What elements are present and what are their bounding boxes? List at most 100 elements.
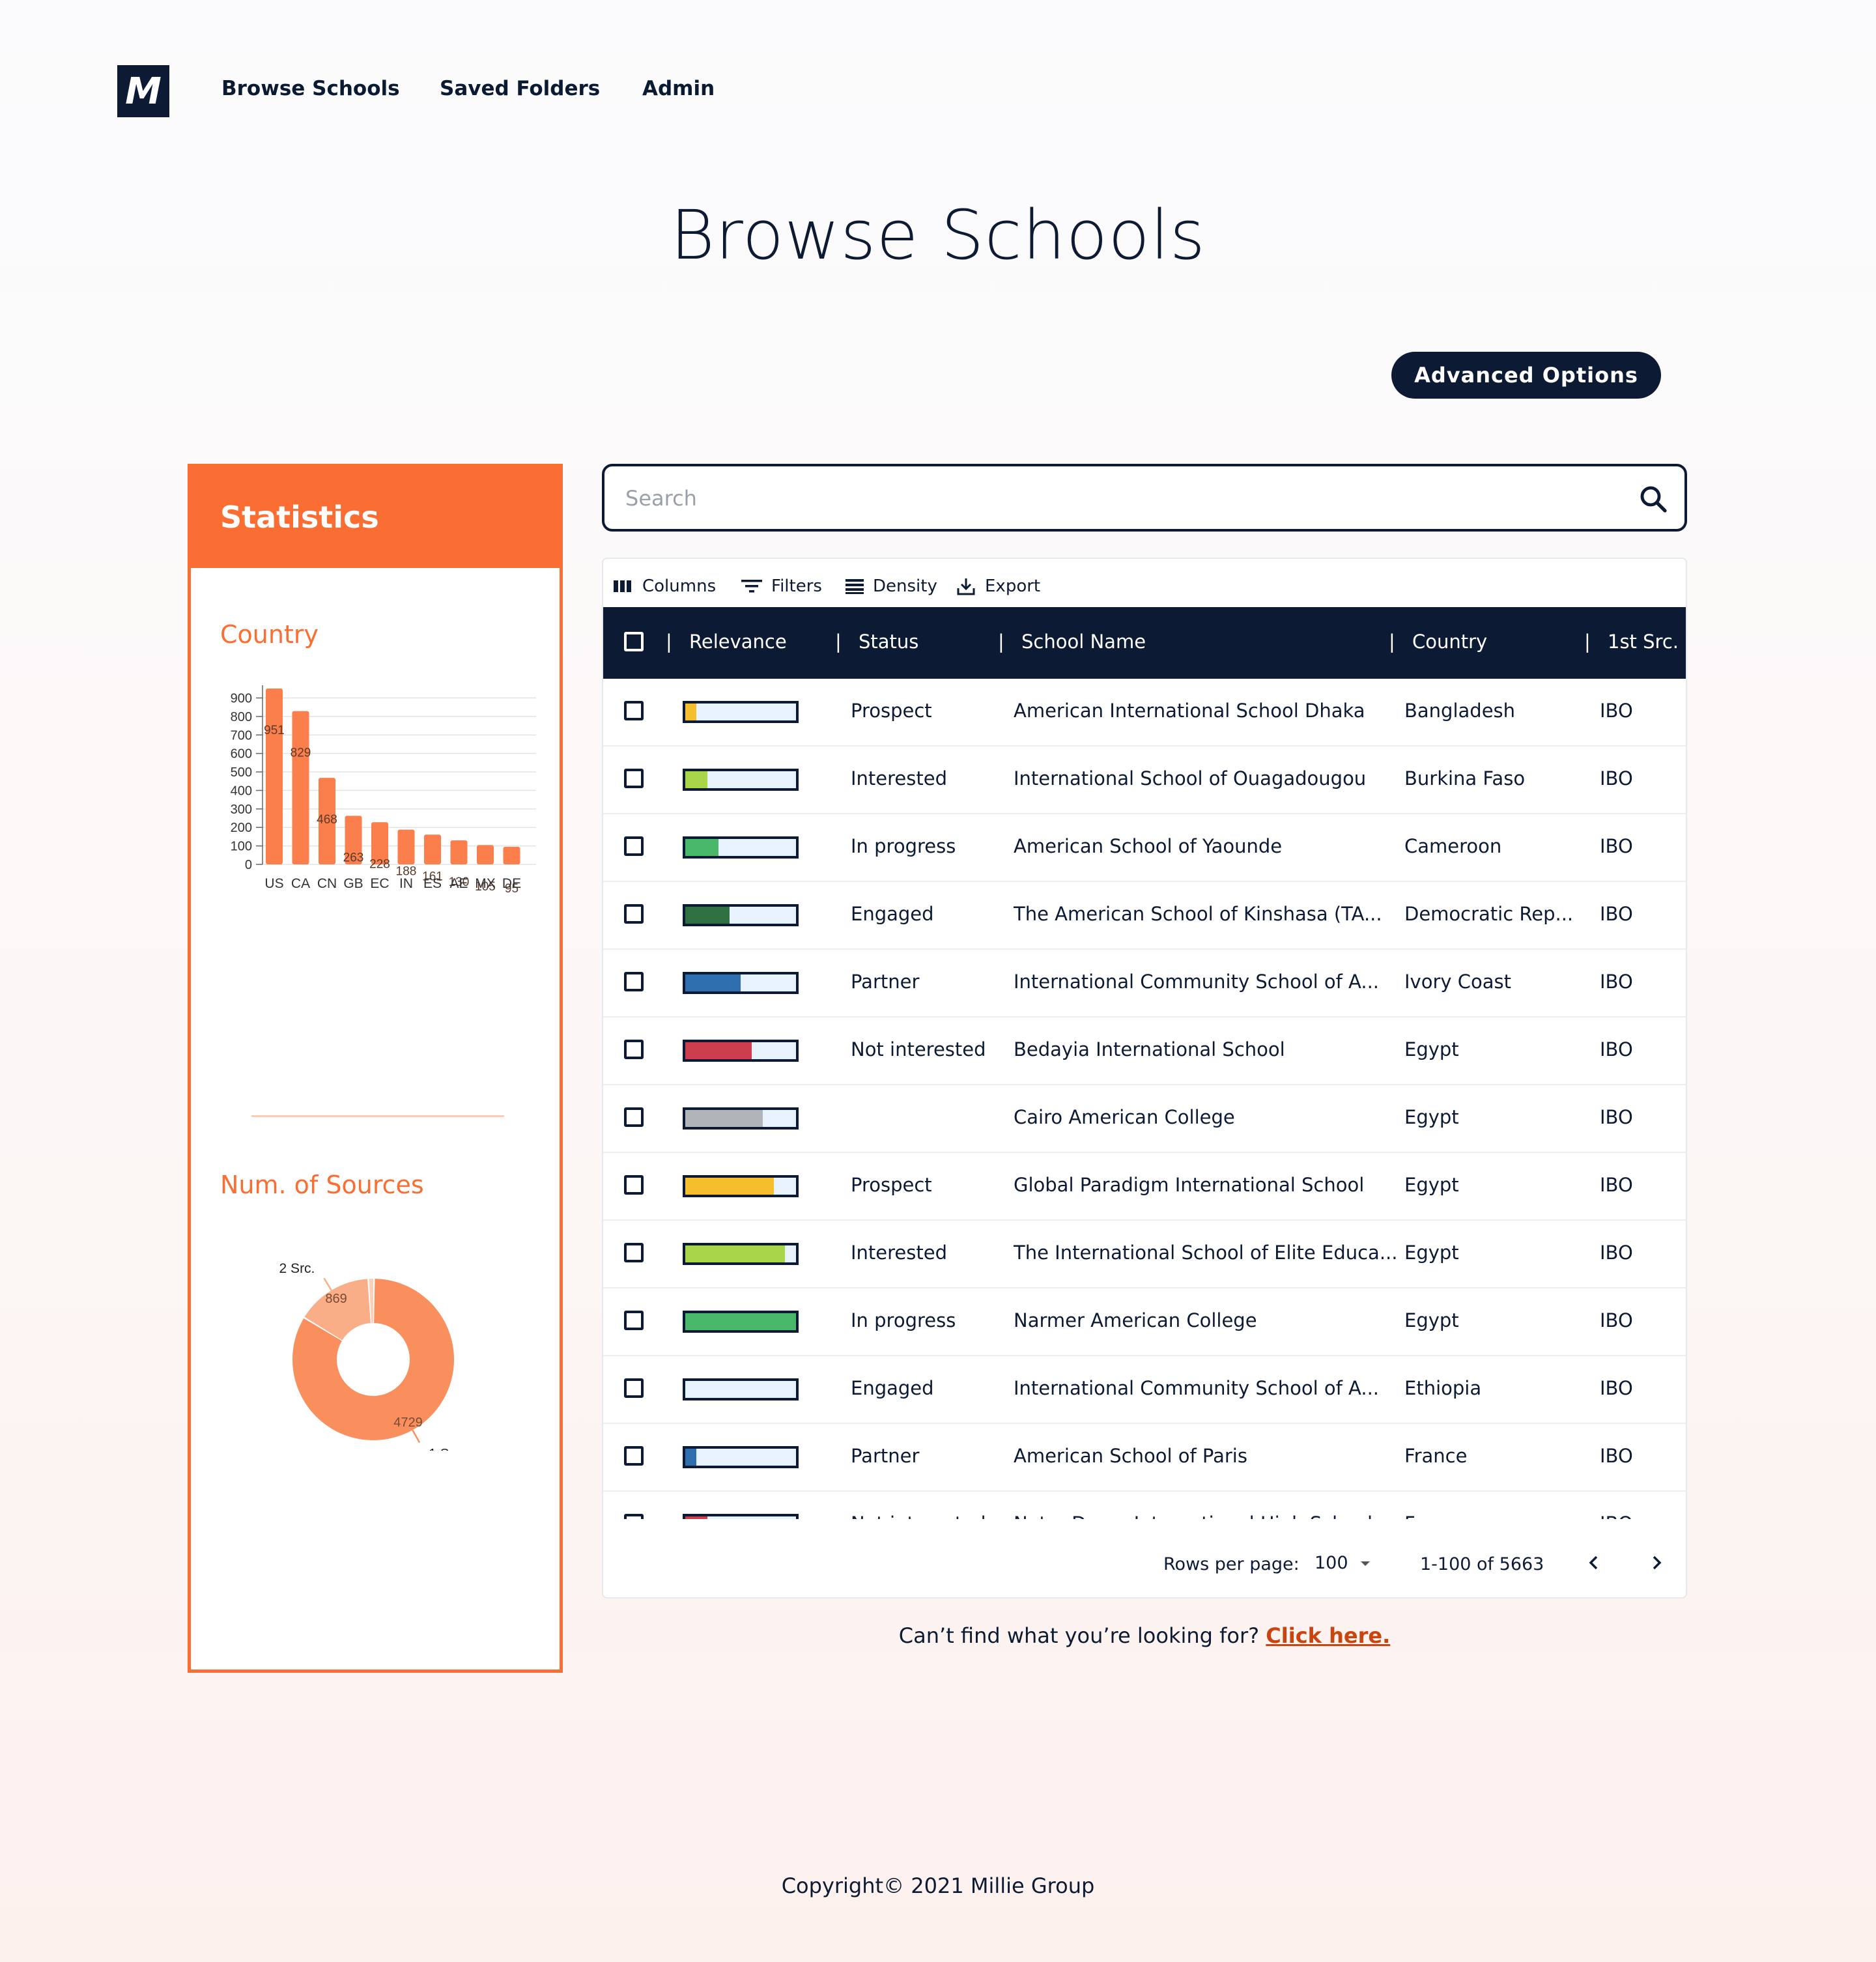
bar-value-label: 829 bbox=[291, 746, 311, 760]
row-checkbox[interactable] bbox=[624, 1446, 644, 1466]
row-checkbox[interactable] bbox=[624, 1175, 644, 1195]
school-name-cell[interactable]: American School of Yaounde bbox=[1014, 835, 1282, 857]
columns-button[interactable]: Columns bbox=[614, 573, 716, 599]
row-checkbox[interactable] bbox=[624, 836, 644, 856]
pagination-range: 1-100 of 5663 bbox=[1420, 1554, 1544, 1574]
row-checkbox[interactable] bbox=[624, 1040, 644, 1059]
relevance-fill bbox=[685, 907, 730, 924]
advanced-options-button[interactable]: Advanced Options bbox=[1391, 352, 1661, 399]
table-row[interactable]: Not interested Notre Dame International H… bbox=[603, 1492, 1686, 1519]
export-button[interactable]: Export bbox=[956, 573, 1040, 599]
x-tick-label: CA bbox=[291, 876, 310, 891]
next-page-icon[interactable] bbox=[1647, 1553, 1666, 1572]
school-name-cell[interactable]: Narmer American College bbox=[1014, 1309, 1257, 1331]
table-row[interactable]: Engaged International Community School of… bbox=[603, 1356, 1686, 1424]
page-title: Browse Schools bbox=[670, 195, 1206, 275]
bar-US bbox=[266, 689, 283, 864]
school-name-cell[interactable]: Global Paradigm International School bbox=[1014, 1174, 1364, 1196]
country-cell: France bbox=[1404, 1513, 1467, 1519]
bar-DE bbox=[503, 847, 520, 864]
table-row[interactable]: Interested The International School of El… bbox=[603, 1221, 1686, 1288]
table-row[interactable]: Not interested Bedayia International Scho… bbox=[603, 1017, 1686, 1085]
table-row[interactable]: Cairo American College Egypt IBO bbox=[603, 1085, 1686, 1153]
x-tick-label: ES bbox=[423, 876, 442, 891]
header-status[interactable]: Status bbox=[859, 631, 918, 653]
relevance-fill bbox=[685, 1178, 774, 1195]
school-name-cell[interactable]: Notre Dame International High School bbox=[1014, 1513, 1372, 1519]
school-name-cell[interactable]: American International School Dhaka bbox=[1014, 700, 1365, 722]
filters-label: Filters bbox=[771, 576, 822, 596]
search-icon[interactable] bbox=[1638, 483, 1669, 515]
school-name-cell[interactable]: International Community School of A... bbox=[1014, 971, 1379, 993]
nav-saved-folders[interactable]: Saved Folders bbox=[440, 77, 600, 100]
relevance-bar bbox=[683, 1311, 799, 1333]
y-tick-label: 100 bbox=[231, 840, 252, 854]
row-checkbox[interactable] bbox=[624, 1514, 644, 1519]
relevance-bar bbox=[683, 1243, 799, 1265]
header-relevance[interactable]: Relevance bbox=[689, 631, 787, 653]
row-checkbox[interactable] bbox=[624, 701, 644, 720]
relevance-bar bbox=[683, 972, 799, 994]
relevance-fill bbox=[685, 704, 696, 720]
relevance-fill bbox=[685, 771, 707, 788]
table-row[interactable]: In progress Narmer American College Egypt I… bbox=[603, 1288, 1686, 1356]
relevance-fill bbox=[685, 974, 741, 991]
rows-per-page-label: Rows per page: bbox=[1163, 1554, 1300, 1574]
row-checkbox[interactable] bbox=[624, 1243, 644, 1262]
schools-table: Columns Filters Density Export | Relevan… bbox=[602, 558, 1687, 1599]
row-checkbox[interactable] bbox=[624, 1311, 644, 1330]
school-name-cell[interactable]: International Community School of A... bbox=[1014, 1377, 1379, 1399]
density-button[interactable]: Density bbox=[846, 573, 937, 599]
table-row[interactable]: Prospect American International School Dh… bbox=[603, 679, 1686, 746]
bar-CA bbox=[292, 711, 309, 864]
table-row[interactable]: In progress American School of Yaounde Cam… bbox=[603, 814, 1686, 882]
cta-text: Can’t find what you’re looking for? bbox=[898, 1623, 1260, 1648]
table-row[interactable]: Partner American School of Paris France IBO bbox=[603, 1424, 1686, 1492]
search-input[interactable] bbox=[624, 481, 1604, 516]
y-tick-label: 800 bbox=[231, 710, 252, 724]
status-cell: In progress bbox=[851, 835, 956, 857]
donut-label: 1 Src. bbox=[429, 1447, 464, 1451]
header-source[interactable]: 1st Src. bbox=[1608, 631, 1679, 653]
header-country[interactable]: Country bbox=[1412, 631, 1487, 653]
country-cell: Egypt bbox=[1404, 1038, 1459, 1060]
bar-ES bbox=[424, 834, 441, 864]
select-all-checkbox[interactable] bbox=[624, 632, 644, 651]
column-separator: | bbox=[666, 631, 672, 653]
school-name-cell[interactable]: The American School of Kinshasa (TA... bbox=[1014, 903, 1382, 925]
table-row[interactable]: Partner International Community School of… bbox=[603, 950, 1686, 1017]
school-name-cell[interactable]: Bedayia International School bbox=[1014, 1038, 1285, 1060]
nav-admin[interactable]: Admin bbox=[642, 77, 715, 100]
row-checkbox[interactable] bbox=[624, 1107, 644, 1127]
rows-per-page-select[interactable]: 100 bbox=[1315, 1553, 1372, 1573]
source-cell: IBO bbox=[1600, 767, 1633, 789]
source-cell: IBO bbox=[1600, 1038, 1633, 1060]
row-checkbox[interactable] bbox=[624, 1378, 644, 1398]
table-row[interactable]: Prospect Global Paradigm International Sc… bbox=[603, 1153, 1686, 1221]
relevance-fill bbox=[685, 1110, 763, 1127]
school-name-cell[interactable]: International School of Ouagadougou bbox=[1014, 767, 1366, 789]
click-here-link[interactable]: Click here. bbox=[1266, 1623, 1390, 1648]
logo[interactable]: M bbox=[117, 65, 169, 117]
x-tick-label: DE bbox=[502, 876, 521, 891]
table-row[interactable]: Interested International School of Ouagad… bbox=[603, 746, 1686, 814]
row-checkbox[interactable] bbox=[624, 904, 644, 924]
y-tick-label: 600 bbox=[231, 747, 252, 761]
row-checkbox[interactable] bbox=[624, 769, 644, 788]
header-school-name[interactable]: School Name bbox=[1021, 631, 1146, 653]
nav-browse-schools[interactable]: Browse Schools bbox=[221, 77, 400, 100]
school-name-cell[interactable]: The International School of Elite Educa.… bbox=[1014, 1242, 1397, 1264]
school-name-cell[interactable]: Cairo American College bbox=[1014, 1106, 1235, 1128]
column-separator: | bbox=[998, 631, 1004, 653]
row-checkbox[interactable] bbox=[624, 972, 644, 991]
previous-page-icon[interactable] bbox=[1584, 1553, 1604, 1572]
country-cell: France bbox=[1404, 1445, 1468, 1467]
table-header: | Relevance | Status | School Name | Cou… bbox=[603, 607, 1686, 679]
table-row[interactable]: Engaged The American School of Kinshasa (… bbox=[603, 882, 1686, 950]
filters-button[interactable]: Filters bbox=[741, 573, 822, 599]
relevance-bar bbox=[683, 1040, 799, 1062]
school-name-cell[interactable]: American School of Paris bbox=[1014, 1445, 1247, 1467]
bar-value-label: 263 bbox=[343, 851, 364, 864]
copyright: Copyright© 2021 Millie Group bbox=[781, 1873, 1095, 1898]
donut-leader-line bbox=[323, 1277, 332, 1291]
